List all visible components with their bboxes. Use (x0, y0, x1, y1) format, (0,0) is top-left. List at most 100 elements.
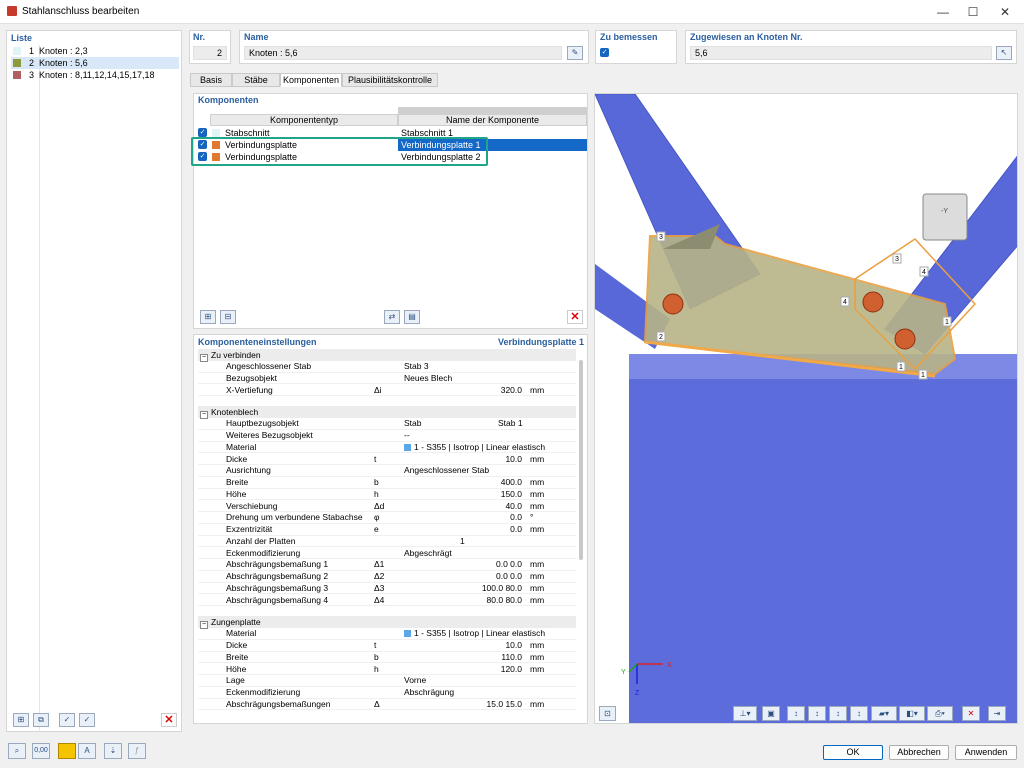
visibility-icon[interactable]: ◧▾ (899, 706, 925, 721)
property-row[interactable]: Verschiebung Δd 40.0 mm (198, 501, 576, 513)
property-row[interactable]: Angeschlossener Stab Stab 3 (198, 361, 576, 373)
property-row[interactable]: Bezugsobjekt Neues Blech (198, 373, 576, 385)
property-row[interactable]: Eckenmodifizierung Abschrägung (198, 687, 576, 699)
property-name: Breite (226, 477, 249, 487)
property-name: Dicke (226, 453, 248, 464)
color-icon[interactable] (58, 743, 76, 759)
property-row[interactable]: Abschrägungsbemaßung 1 Δ1 0.0 0.0 mm (198, 559, 576, 571)
settings-group[interactable]: − Knotenblech (198, 406, 576, 420)
tab-komponenten[interactable]: Komponenten (280, 73, 342, 87)
property-row[interactable]: Abschrägungsbemaßung 3 Δ3 100.0 80.0 mm (198, 583, 576, 595)
view-3d[interactable]: -Y 3 2 4 4 3 1 1 1 X Y Z (594, 93, 1018, 724)
formula-icon[interactable]: ƒ (128, 743, 146, 759)
highlight-frame (191, 137, 488, 166)
property-row[interactable]: Dicke t 10.0 mm (198, 454, 576, 466)
property-row[interactable]: Breite b 400.0 mm (198, 477, 576, 489)
view-settings-icon[interactable]: ⊡ (599, 706, 616, 721)
property-symbol: Δ4 (374, 594, 385, 605)
search-icon[interactable]: ⌕ (8, 743, 26, 759)
property-row[interactable]: Weiteres Bezugsobjekt -- (198, 430, 576, 442)
filter-icon[interactable]: ⇣ (104, 743, 122, 759)
import-icon[interactable]: ⇄ (384, 310, 400, 324)
property-row[interactable]: Höhe h 120.0 mm (198, 664, 576, 676)
pick-node-icon[interactable]: ↖ (996, 46, 1012, 60)
settings-group[interactable]: − Zungenplatte (198, 616, 576, 630)
property-number: 120.0 (500, 663, 522, 674)
cancel-button[interactable]: Abbrechen (889, 745, 949, 760)
maximize-button[interactable]: ☐ (958, 2, 988, 22)
tab-basis[interactable]: Basis (190, 73, 232, 87)
list-item-3[interactable]: 3 Knoten : 8,11,12,14,15,17,18 (11, 69, 179, 81)
property-row[interactable]: Material 1 - S355 | Isotrop | Linear elas… (198, 628, 576, 640)
property-row[interactable]: Drehung um verbundene Stabachse φ 0.0 ° (198, 512, 576, 524)
color-swatch (13, 47, 21, 55)
name-field[interactable]: Knoten : 5,6 (244, 46, 562, 60)
view-z-icon[interactable]: ↕ (829, 706, 847, 721)
property-name: Verschiebung (226, 500, 278, 511)
property-number: 0.0 0.0 (496, 571, 522, 581)
check-options-icon[interactable]: ✓ (79, 713, 95, 727)
property-symbol: Δd (374, 500, 385, 511)
property-row[interactable]: Hauptbezugsobjekt Stab Stab 1 (198, 418, 576, 430)
view-iso-icon[interactable]: ↕ (850, 706, 868, 721)
tab-plausibilitaetskontrolle[interactable]: Plausibilitätskontrolle (342, 73, 438, 87)
add-component-icon[interactable]: ⊞ (200, 310, 216, 324)
zu-bemessen-checkbox[interactable]: ✓ (600, 48, 609, 57)
delete-component-icon[interactable]: ✕ (567, 310, 583, 324)
property-row[interactable]: Abschrägungsbemaßungen Δ 15.0 15.0 mm (198, 699, 576, 711)
view-y-icon[interactable]: ↕ (808, 706, 826, 721)
zugewiesen-field[interactable]: 5,6 (690, 46, 992, 60)
property-unit: mm (530, 640, 545, 650)
property-row[interactable]: Abschrägungsbemaßung 2 Δ2 0.0 0.0 mm (198, 571, 576, 583)
property-name: Höhe (226, 488, 247, 499)
app-icon (7, 6, 17, 16)
nr-field[interactable]: 2 (193, 46, 227, 60)
list-panel: Liste 1 Knoten : 2,3 2 Knoten : 5,6 3 Kn… (6, 30, 182, 733)
screenshot-icon[interactable]: ▣ (762, 706, 780, 721)
decimal-icon[interactable]: 0,00 (32, 743, 50, 759)
property-row[interactable]: Anzahl der Platten 1 (198, 536, 576, 548)
property-row[interactable]: Lage Vorne (198, 675, 576, 687)
close-button[interactable]: ✕ (990, 2, 1020, 22)
window-title: Stahlanschluss bearbeiten (22, 6, 140, 17)
settings-scrollbar[interactable] (579, 360, 583, 560)
units-icon[interactable]: A (78, 743, 96, 759)
list-item-1[interactable]: 1 Knoten : 2,3 (11, 45, 179, 57)
property-row[interactable]: X-Vertiefung Δi 320.0 mm (198, 385, 576, 397)
property-row[interactable]: Höhe h 150.0 mm (198, 489, 576, 501)
property-row[interactable]: Exzentrizität e 0.0 mm (198, 524, 576, 536)
ok-button[interactable]: OK (823, 745, 883, 760)
tab-staebe[interactable]: Stäbe (232, 73, 280, 87)
property-row[interactable]: Dicke t 10.0 mm (198, 640, 576, 652)
reset-view-icon[interactable]: ✕ (962, 706, 980, 721)
property-symbol: h (374, 488, 379, 499)
settings-group[interactable]: − Zu verbinden (198, 349, 576, 362)
list-item-2[interactable]: 2 Knoten : 5,6 (11, 57, 179, 69)
property-row[interactable]: Abschrägungsbemaßung 4 Δ4 80.0 80.0 mm (198, 595, 576, 607)
check-all-icon[interactable]: ✓ (59, 713, 75, 727)
view-cube[interactable] (922, 193, 968, 241)
print-icon[interactable]: ⎙▾ (927, 706, 953, 721)
render-mode-icon[interactable]: ▰▾ (871, 706, 897, 721)
copy-item-icon[interactable]: ⧉ (33, 713, 49, 727)
property-row[interactable]: Material 1 - S355 | Isotrop | Linear elas… (198, 442, 576, 454)
property-row[interactable]: Breite b 110.0 mm (198, 652, 576, 664)
view-x-icon[interactable]: ↕ (787, 706, 805, 721)
minimize-button[interactable]: — (928, 2, 958, 22)
export-icon[interactable]: ⇥ (988, 706, 1006, 721)
new-item-icon[interactable]: ⊞ (13, 713, 29, 727)
apply-button[interactable]: Anwenden (955, 745, 1017, 760)
property-row[interactable]: Ausrichtung Angeschlossener Stab (198, 465, 576, 477)
col-komponententyp: Komponententyp (210, 114, 398, 126)
axis-y-label: Y (621, 669, 626, 676)
insert-component-icon[interactable]: ⊟ (220, 310, 236, 324)
property-row[interactable]: Eckenmodifizierung Abgeschrägt (198, 548, 576, 560)
edit-name-icon[interactable]: ✎ (567, 46, 583, 60)
delete-icon[interactable]: ✕ (161, 713, 177, 727)
library-icon[interactable]: ▤ (404, 310, 420, 324)
property-symbol: b (374, 477, 379, 487)
property-name: X-Vertiefung (226, 384, 273, 395)
row-checkbox[interactable]: ✓ (198, 128, 207, 137)
name-box: Name Knoten : 5,6 ✎ (239, 30, 589, 64)
axes-dropdown-icon[interactable]: ⊥▾ (733, 706, 757, 721)
